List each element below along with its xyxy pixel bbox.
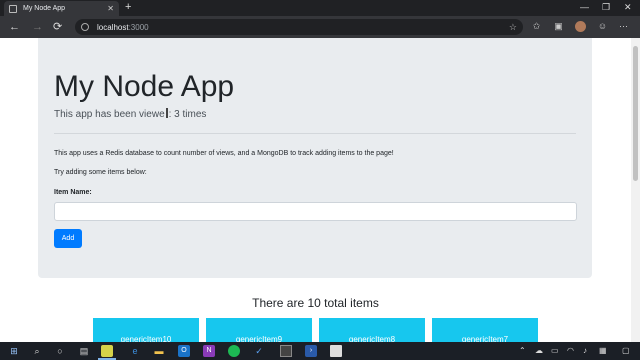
restore-button[interactable]: ❐ — [602, 1, 610, 14]
view-count-text: This app has been viewe: 3 times — [54, 108, 207, 120]
new-tab-button[interactable]: + — [125, 1, 131, 14]
item-card: genericItem8 — [319, 318, 425, 342]
add-button[interactable]: Add — [54, 229, 82, 248]
network-icon[interactable]: ◠ — [567, 345, 574, 357]
edge-icon[interactable]: e — [129, 345, 141, 357]
divider — [54, 133, 576, 134]
text-cursor-icon — [165, 108, 168, 118]
url-port: :3000 — [128, 22, 149, 32]
page-favicon-icon — [9, 4, 17, 13]
battery-icon[interactable]: ▭ — [551, 345, 559, 357]
item-card: genericItem9 — [206, 318, 312, 342]
page-viewport: My Node App This app has been viewe: 3 t… — [0, 38, 640, 342]
language-icon[interactable]: ▦ — [599, 345, 607, 357]
browser-toolbar: ← → ⟳ localhost :3000 ☆ ✩ ▣ ☺ ⋯ — [0, 16, 640, 38]
task-view-icon[interactable]: ▤ — [78, 345, 90, 357]
cortana-icon[interactable]: ○ — [54, 345, 66, 357]
files-icon[interactable] — [330, 345, 342, 357]
item-card: genericItem7 — [432, 318, 538, 342]
reload-button[interactable]: ⟳ — [53, 20, 62, 34]
total-items-heading: There are 10 total items — [252, 296, 379, 310]
app-description: This app uses a Redis database to count … — [54, 150, 394, 157]
try-adding-prompt: Try adding some items below: — [54, 169, 147, 176]
forward-button[interactable]: → — [32, 20, 43, 34]
favorite-star-icon[interactable]: ☆ — [509, 22, 517, 33]
windows-icon[interactable]: ⊞ — [8, 345, 20, 357]
todo-icon[interactable]: ✓ — [253, 345, 265, 357]
search-icon[interactable]: ⌕ — [31, 345, 43, 357]
spotify-icon[interactable] — [228, 345, 240, 357]
feedback-smiley-icon[interactable]: ☺ — [597, 21, 608, 32]
onenote-icon[interactable]: N — [203, 345, 215, 357]
cloud-icon[interactable]: ☁ — [535, 345, 543, 357]
taskbar: ⊞ ⌕ ○ ▤ e ▬ O N ✓ › ⌃ ☁ ▭ ◠ ♪ ▦ ▢ — [0, 342, 640, 360]
site-info-icon[interactable] — [81, 23, 89, 31]
more-menu-icon[interactable]: ⋯ — [618, 21, 629, 32]
volume-icon[interactable]: ♪ — [583, 345, 587, 357]
item-card: genericItem10 — [93, 318, 199, 342]
notifications-icon[interactable]: ▢ — [622, 345, 630, 357]
minimize-button[interactable]: — — [580, 1, 589, 14]
vertical-scrollbar[interactable] — [631, 38, 640, 342]
file-explorer-icon[interactable]: ▬ — [153, 345, 165, 357]
close-tab-icon[interactable]: ✕ — [107, 4, 114, 13]
item-name-input[interactable] — [54, 202, 577, 221]
scrollbar-thumb[interactable] — [633, 46, 638, 181]
page-title: My Node App — [54, 70, 235, 103]
browser-tab[interactable]: My Node App ✕ — [4, 1, 119, 16]
collections-icon[interactable]: ▣ — [553, 21, 564, 32]
app-icon[interactable] — [101, 345, 113, 357]
address-bar[interactable]: localhost :3000 ☆ — [75, 19, 523, 35]
close-window-button[interactable]: ✕ — [624, 1, 632, 14]
terminal-icon[interactable] — [280, 345, 292, 357]
url-host: localhost — [97, 22, 129, 32]
jumbotron: My Node App This app has been viewe: 3 t… — [38, 38, 592, 278]
show-hidden-icons[interactable]: ⌃ — [519, 345, 526, 357]
outlook-icon[interactable]: O — [178, 345, 190, 357]
back-button[interactable]: ← — [9, 20, 20, 34]
profile-avatar[interactable] — [575, 21, 586, 32]
powershell-icon[interactable]: › — [305, 345, 317, 357]
favorites-icon[interactable]: ✩ — [531, 21, 542, 32]
tab-title: My Node App — [23, 5, 66, 12]
item-name-label: Item Name: — [54, 189, 92, 196]
title-bar: My Node App ✕ + — ❐ ✕ — [0, 0, 640, 16]
